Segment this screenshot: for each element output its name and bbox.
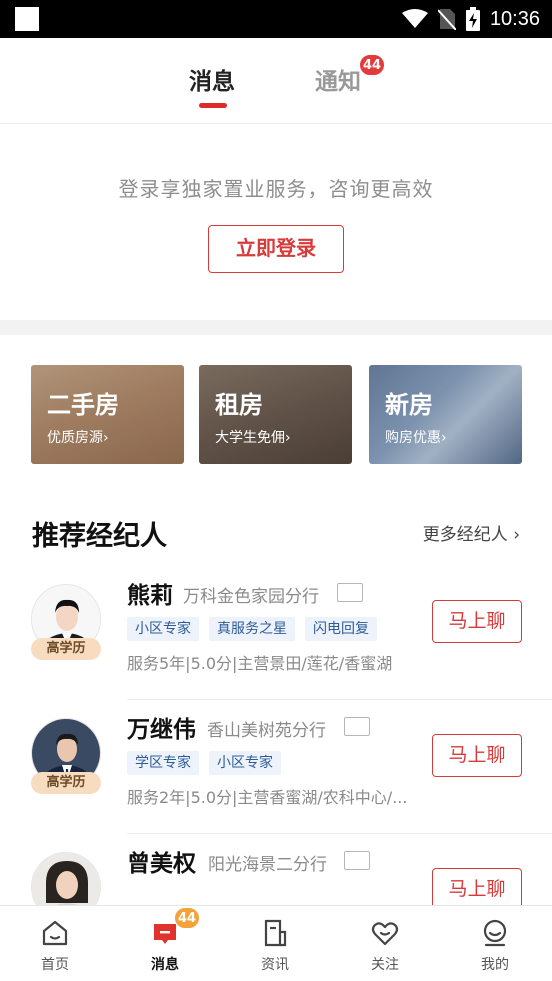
section-title: 推荐经纪人 — [32, 521, 167, 552]
bottom-tab-bar: 首页 44 消息 资讯 关注 我的 — [0, 905, 552, 981]
agent-branch: 香山美树苑分行 — [207, 721, 326, 741]
agent-name: 熊莉 — [127, 583, 173, 609]
tab-notifications-label: 通知 — [315, 69, 361, 95]
card-title: 新房 — [385, 391, 433, 419]
agent-tag: 小区专家 — [127, 617, 199, 641]
chat-now-button[interactable]: 马上聊 — [432, 734, 522, 777]
row-divider — [127, 699, 552, 700]
clock: 10:36 — [489, 7, 540, 30]
row-divider — [127, 833, 552, 834]
agent-meta: 服务2年|5.0分|主营香蜜湖/农科中心/... — [127, 788, 408, 807]
id-card-icon — [344, 851, 370, 870]
tab-label: 我的 — [481, 957, 509, 973]
chat-now-button[interactable]: 马上聊 — [432, 600, 522, 643]
battery-charging-icon — [465, 7, 480, 31]
notification-icon — [15, 7, 39, 31]
agent-tag: 学区专家 — [127, 751, 199, 775]
agent-name: 曾美权 — [127, 851, 196, 877]
rental-card[interactable]: 租房 大学生免佣› — [199, 365, 352, 464]
agent-tag: 小区专家 — [209, 751, 281, 775]
active-tab-indicator — [199, 103, 227, 108]
education-badge: 高学历 — [31, 638, 101, 660]
news-icon — [264, 919, 287, 947]
tab-messages[interactable]: 消息 — [189, 62, 235, 108]
tab-label: 关注 — [371, 957, 399, 973]
second-hand-house-card[interactable]: 二手房 优质房源› — [31, 365, 184, 464]
tab-news[interactable]: 资讯 — [220, 906, 330, 981]
section-divider — [0, 320, 552, 335]
profile-icon — [483, 919, 507, 947]
tab-follow[interactable]: 关注 — [330, 906, 440, 981]
tab-notifications[interactable]: 通知 44 — [315, 54, 386, 96]
id-card-icon — [344, 717, 370, 736]
agent-name: 万继伟 — [127, 717, 196, 743]
no-sim-icon — [437, 9, 456, 30]
tab-label: 消息 — [151, 957, 179, 973]
agent-branch: 万科金色家园分行 — [183, 587, 319, 607]
notification-count-badge: 44 — [359, 54, 386, 76]
login-tip: 登录享独家置业服务，咨询更高效 — [118, 177, 434, 201]
recommended-agents-header: 推荐经纪人 更多经纪人 › — [0, 512, 552, 552]
home-icon — [42, 920, 68, 946]
messages-count-badge: 44 — [174, 907, 201, 929]
education-badge: 高学历 — [31, 772, 101, 794]
tab-profile[interactable]: 我的 — [440, 906, 550, 981]
tab-label: 资讯 — [261, 957, 289, 973]
tab-messages-bottom[interactable]: 44 消息 — [110, 906, 220, 981]
agent-tags: 小区专家 真服务之星 闪电回复 — [127, 617, 377, 641]
agent-tag: 闪电回复 — [305, 617, 377, 641]
card-subtitle: 大学生免佣› — [215, 430, 291, 446]
card-subtitle: 优质房源› — [47, 430, 109, 446]
card-title: 二手房 — [47, 391, 119, 419]
avatar — [31, 852, 101, 905]
agent-item[interactable]: 曾美权 阳光海景二分行 马上聊 — [0, 838, 552, 905]
heart-icon — [371, 922, 399, 946]
status-bar: 10:36 — [0, 0, 552, 38]
top-tab-bar: 消息 通知 44 — [0, 38, 552, 124]
agent-item[interactable]: 高学历 熊莉 万科金色家园分行 小区专家 真服务之星 闪电回复 服务5年|5.0… — [0, 570, 552, 700]
more-agents-link[interactable]: 更多经纪人 › — [423, 520, 520, 545]
id-card-icon — [337, 583, 363, 602]
card-subtitle: 购房优惠› — [385, 430, 447, 446]
tab-home[interactable]: 首页 — [0, 906, 110, 981]
agent-tags: 学区专家 小区专家 — [127, 751, 281, 775]
agent-item[interactable]: 高学历 万继伟 香山美树苑分行 学区专家 小区专家 服务2年|5.0分|主营香蜜… — [0, 704, 552, 834]
login-prompt: 登录享独家置业服务，咨询更高效 立即登录 — [0, 125, 552, 320]
agent-branch: 阳光海景二分行 — [208, 855, 327, 875]
login-button[interactable]: 立即登录 — [208, 225, 344, 273]
wifi-icon — [401, 9, 428, 28]
category-cards: 二手房 优质房源› 租房 大学生免佣› 新房 购房优惠› — [0, 365, 552, 465]
agent-tag: 真服务之星 — [209, 617, 295, 641]
new-house-card[interactable]: 新房 购房优惠› — [369, 365, 522, 464]
chat-now-button[interactable]: 马上聊 — [432, 868, 522, 905]
card-title: 租房 — [215, 391, 263, 419]
tab-messages-label: 消息 — [189, 69, 235, 95]
agent-meta: 服务5年|5.0分|主营景田/莲花/香蜜湖 — [127, 654, 393, 673]
tab-label: 首页 — [41, 957, 69, 973]
